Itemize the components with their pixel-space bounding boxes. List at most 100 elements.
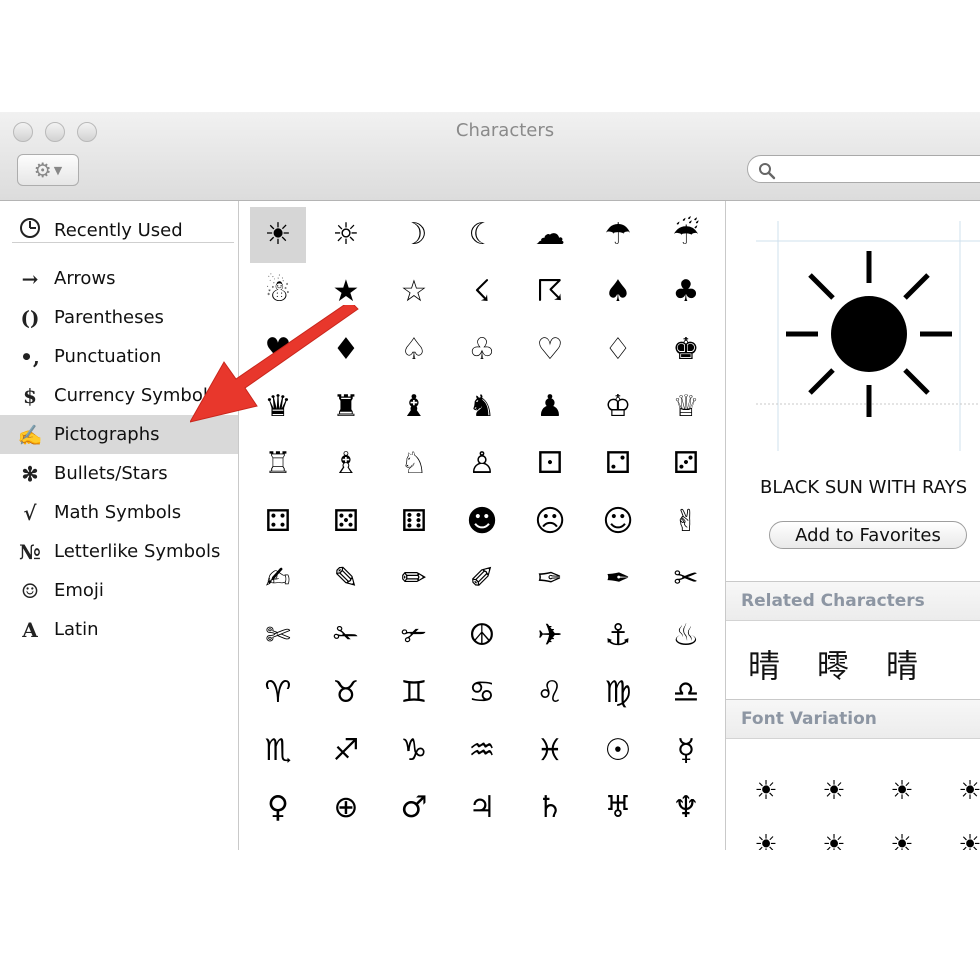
character-cell[interactable]: ✑ — [522, 551, 578, 607]
character-cell[interactable]: ♨ — [658, 608, 714, 664]
character-cell[interactable]: ⚄ — [318, 494, 374, 550]
character-cell[interactable]: ♚ — [658, 322, 714, 378]
character-cell[interactable]: ⚀ — [522, 436, 578, 492]
character-cell[interactable]: ♘ — [386, 436, 442, 492]
character-cell[interactable]: ☔ — [658, 207, 714, 263]
character-cell[interactable]: ♌ — [522, 665, 578, 721]
character-cell[interactable]: ♙ — [454, 436, 510, 492]
character-cell[interactable]: ♟ — [522, 379, 578, 435]
character-cell[interactable]: ☉ — [590, 723, 646, 779]
character-cell[interactable]: ♐ — [318, 723, 374, 779]
related-character[interactable]: 晴 — [748, 641, 780, 687]
font-variation-cell[interactable]: ☀ — [950, 825, 980, 850]
character-cell[interactable]: ⚓ — [590, 608, 646, 664]
sidebar-item-recently-used[interactable]: Recently Used — [0, 211, 238, 250]
character-cell[interactable]: ✃ — [386, 608, 442, 664]
action-menu-button[interactable]: ⚙ ▼ — [17, 154, 79, 186]
sidebar-item-bullets-stars[interactable]: ✻ Bullets/Stars — [0, 454, 238, 493]
font-variation-cell[interactable]: ☀ — [882, 771, 922, 811]
character-cell[interactable]: ✄ — [250, 608, 306, 664]
sidebar-item-label: Math Symbols — [54, 502, 182, 523]
character-cell[interactable]: ☮ — [454, 608, 510, 664]
character-cell[interactable]: ♈ — [250, 665, 306, 721]
character-cell[interactable]: ♠ — [590, 264, 646, 320]
latin-icon: A — [22, 617, 38, 642]
sidebar-item-letterlike-symbols[interactable]: № Letterlike Symbols — [0, 532, 238, 571]
character-cell[interactable]: ♑ — [386, 723, 442, 779]
character-cell[interactable]: ✏ — [386, 551, 442, 607]
character-cell[interactable]: ♕ — [658, 379, 714, 435]
character-cell[interactable]: ☼ — [318, 207, 374, 263]
character-cell[interactable]: ✈ — [522, 608, 578, 664]
character-cell[interactable]: ♄ — [522, 780, 578, 836]
title-bar: Characters ⚙ ▼ — [0, 112, 980, 201]
sidebar-item-emoji[interactable]: ☺ Emoji — [0, 571, 238, 610]
character-cell[interactable]: ☆ — [386, 264, 442, 320]
sidebar-item-label: Parentheses — [54, 307, 164, 328]
font-variation-cell[interactable]: ☀ — [814, 771, 854, 811]
sidebar-item-arrows[interactable]: → Arrows — [0, 259, 238, 298]
character-cell[interactable]: ♓ — [522, 723, 578, 779]
character-cell[interactable]: ♢ — [590, 322, 646, 378]
character-cell[interactable]: ☽ — [386, 207, 442, 263]
character-cell[interactable]: ☈ — [522, 264, 578, 320]
font-variation-cell[interactable]: ☀ — [814, 825, 854, 850]
character-cell[interactable]: ♖ — [250, 436, 306, 492]
sidebar-item-latin[interactable]: A Latin — [0, 610, 238, 649]
characters-window: Characters ⚙ ▼ Recently Used → Arrows () Pare… — [0, 112, 980, 850]
character-cell[interactable]: ♎ — [658, 665, 714, 721]
character-cell[interactable]: ✒ — [590, 551, 646, 607]
character-cell[interactable]: ⊕ — [318, 780, 374, 836]
arrow-icon: → — [21, 266, 39, 291]
character-cell[interactable]: ♤ — [386, 322, 442, 378]
character-cell[interactable]: ♂ — [386, 780, 442, 836]
character-cell[interactable]: ✍ — [250, 551, 306, 607]
character-cell[interactable]: ♣ — [658, 264, 714, 320]
character-cell[interactable]: ♅ — [590, 780, 646, 836]
font-variation-cell[interactable]: ☀ — [882, 825, 922, 850]
character-cell[interactable]: ♞ — [454, 379, 510, 435]
character-cell[interactable]: ☿ — [658, 723, 714, 779]
search-input[interactable] — [747, 155, 980, 183]
character-cell[interactable]: ✐ — [454, 551, 510, 607]
character-cell[interactable]: ♗ — [318, 436, 374, 492]
character-cell[interactable]: ☀ — [250, 207, 306, 263]
character-cell[interactable]: ☁ — [522, 207, 578, 263]
character-cell[interactable]: ✎ — [318, 551, 374, 607]
character-cell[interactable]: ☺ — [590, 494, 646, 550]
character-cell[interactable]: ☇ — [454, 264, 510, 320]
character-cell[interactable]: ☂ — [590, 207, 646, 263]
character-preview — [756, 221, 980, 451]
character-cell[interactable]: ♃ — [454, 780, 510, 836]
character-cell[interactable]: ✌ — [658, 494, 714, 550]
character-cell[interactable]: ⚅ — [386, 494, 442, 550]
character-cell[interactable]: ♊ — [386, 665, 442, 721]
character-cell[interactable]: ♀ — [250, 780, 306, 836]
character-cell[interactable]: ⚃ — [250, 494, 306, 550]
related-character[interactable]: 晴 — [886, 641, 918, 687]
character-cell[interactable]: ♋ — [454, 665, 510, 721]
character-cell[interactable]: ⚂ — [658, 436, 714, 492]
character-cell[interactable]: ⚁ — [590, 436, 646, 492]
character-cell[interactable]: ♔ — [590, 379, 646, 435]
font-variation-cell[interactable]: ☀ — [746, 825, 786, 850]
character-cell[interactable]: ♍ — [590, 665, 646, 721]
character-cell[interactable]: ♆ — [658, 780, 714, 836]
character-cell[interactable]: ✂ — [658, 551, 714, 607]
character-cell[interactable]: ♒ — [454, 723, 510, 779]
character-cell[interactable]: ♡ — [522, 322, 578, 378]
sidebar-item-math-symbols[interactable]: √ Math Symbols — [0, 493, 238, 532]
character-cell[interactable]: ☹ — [522, 494, 578, 550]
character-cell[interactable]: ♏ — [250, 723, 306, 779]
add-to-favorites-button[interactable]: Add to Favorites — [769, 521, 967, 549]
character-cell[interactable]: ♉ — [318, 665, 374, 721]
character-cell[interactable]: ♧ — [454, 322, 510, 378]
font-variation-cell[interactable]: ☀ — [746, 771, 786, 811]
related-character[interactable]: 㬡 — [817, 641, 849, 687]
character-cell[interactable]: ☻ — [454, 494, 510, 550]
search-icon — [759, 163, 776, 180]
character-cell[interactable]: ✁ — [318, 608, 374, 664]
character-cell[interactable]: ☾ — [454, 207, 510, 263]
character-cell[interactable]: ♝ — [386, 379, 442, 435]
font-variation-cell[interactable]: ☀ — [950, 771, 980, 811]
